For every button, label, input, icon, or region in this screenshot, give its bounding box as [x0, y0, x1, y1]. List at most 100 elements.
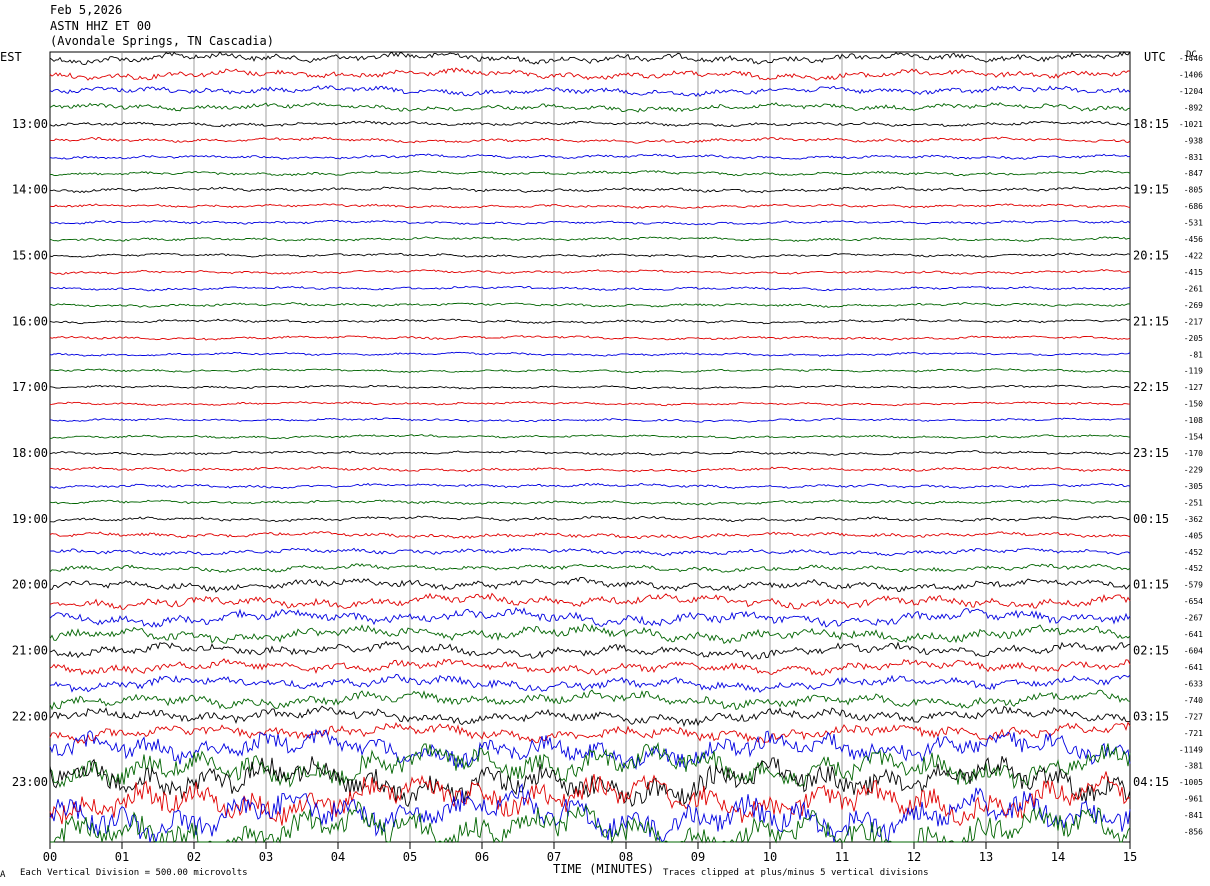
trace-line-33 — [49, 592, 1131, 610]
dc-offset-label: -961 — [1184, 795, 1203, 804]
dc-offset-label: -604 — [1184, 647, 1203, 656]
hour-label-right: 21:15 — [1133, 314, 1169, 328]
hour-label-right: 01:15 — [1133, 578, 1169, 592]
dc-offset-label: -261 — [1184, 284, 1203, 293]
dc-offset-label: -251 — [1184, 498, 1203, 507]
dc-offset-label: -456 — [1184, 235, 1203, 244]
dc-offset-label: -727 — [1184, 712, 1203, 721]
trace-line-8 — [49, 186, 1131, 194]
scale-note: Each Vertical Division = 500.00 microvol… — [20, 868, 248, 878]
hour-label-left: 21:00 — [12, 644, 48, 658]
trace-line-12 — [49, 252, 1131, 259]
trace-line-45 — [49, 771, 1131, 827]
hour-label-right: 20:15 — [1133, 249, 1169, 263]
trace-line-18 — [49, 351, 1131, 357]
dc-offset-label: -938 — [1184, 136, 1203, 145]
trace-line-13 — [49, 269, 1131, 275]
trace-line-5 — [49, 136, 1131, 144]
dc-offset-label: -1005 — [1179, 778, 1203, 787]
dc-offset-label: -841 — [1184, 811, 1203, 820]
hour-label-left: 23:00 — [12, 775, 48, 789]
hour-label-right: 18:15 — [1133, 117, 1169, 131]
x-tick-label: 13 — [979, 850, 993, 864]
dc-offset-label: -205 — [1184, 334, 1203, 343]
hour-label-right: 04:15 — [1133, 775, 1169, 789]
trace-line-40 — [49, 705, 1130, 728]
dc-offset-label: -1021 — [1179, 120, 1203, 129]
hour-label-left: 17:00 — [12, 380, 48, 394]
trace-line-9 — [49, 203, 1131, 209]
dc-offset-label: -686 — [1184, 202, 1203, 211]
dc-offset-label: -452 — [1184, 548, 1203, 557]
hour-label-right: 02:15 — [1133, 644, 1169, 658]
trace-line-30 — [49, 547, 1131, 557]
trace-line-19 — [49, 368, 1131, 374]
x-tick-label: 02 — [187, 850, 201, 864]
dc-offset-label: -362 — [1184, 515, 1203, 524]
trace-line-35 — [49, 623, 1131, 644]
dc-offset-label: -381 — [1184, 762, 1203, 771]
trace-line-25 — [49, 466, 1131, 473]
trace-line-37 — [49, 658, 1131, 676]
x-tick-label: 00 — [43, 850, 57, 864]
trace-line-24 — [49, 450, 1131, 456]
trace-line-1 — [49, 67, 1131, 81]
trace-line-34 — [49, 607, 1131, 628]
x-tick-label: 12 — [907, 850, 921, 864]
seismogram-plot: 00 01 02 03 04 05 06 07 08 09 10 11 12 13 14 15-1446-14… — [12, 50, 1204, 864]
hour-label-left: 20:00 — [12, 578, 48, 592]
trace-line-32 — [49, 576, 1131, 593]
dc-offset-label: -579 — [1184, 581, 1203, 590]
hour-label-right: 00:15 — [1133, 512, 1169, 526]
hour-label-right: 03:15 — [1133, 709, 1169, 723]
trace-line-21 — [49, 401, 1131, 407]
dc-offset-label: -1204 — [1179, 87, 1203, 96]
plot-frame — [49, 51, 1131, 843]
dc-offset-label: -81 — [1189, 350, 1204, 359]
dc-offset-label: -154 — [1184, 433, 1203, 442]
trace-line-29 — [49, 531, 1131, 540]
hour-label-left: 13:00 — [12, 117, 48, 131]
hour-label-left: 19:00 — [12, 512, 48, 526]
dc-offset-label: -856 — [1184, 828, 1203, 837]
dc-offset-label: -654 — [1184, 597, 1203, 606]
dc-offset-label: -415 — [1184, 268, 1203, 277]
trace-line-26 — [50, 482, 1131, 490]
trace-line-16 — [49, 318, 1131, 325]
trace-line-27 — [49, 499, 1131, 506]
corner-mark: A — [0, 870, 6, 880]
dc-offset-label: -452 — [1184, 564, 1203, 573]
trace-line-36 — [49, 640, 1131, 660]
hour-label-left: 18:00 — [12, 446, 48, 460]
dc-offset-label: -641 — [1184, 663, 1203, 672]
x-tick-label: 11 — [835, 850, 849, 864]
trace-line-11 — [49, 236, 1131, 242]
dc-offset-label: -1149 — [1179, 745, 1203, 754]
trace-line-6 — [49, 153, 1131, 160]
trace-line-2 — [49, 85, 1131, 97]
trace-line-22 — [49, 417, 1131, 423]
dc-offset-label: -892 — [1184, 103, 1203, 112]
x-tick-label: 03 — [259, 850, 273, 864]
trace-line-20 — [49, 384, 1131, 390]
trace-line-38 — [49, 673, 1131, 693]
dc-offset-label: -170 — [1184, 449, 1203, 458]
trace-line-23 — [49, 434, 1131, 439]
x-tick-label: 15 — [1123, 850, 1137, 864]
hour-label-right: 19:15 — [1133, 183, 1169, 197]
dc-offset-label: -1406 — [1179, 70, 1203, 79]
hour-label-right: 23:15 — [1133, 446, 1169, 460]
trace-line-31 — [49, 563, 1131, 573]
hour-label-left: 22:00 — [12, 709, 48, 723]
hour-label-left: 16:00 — [12, 314, 48, 328]
dc-offset-label: -119 — [1184, 367, 1203, 376]
dc-offset-label: -740 — [1184, 696, 1203, 705]
trace-line-7 — [49, 170, 1131, 177]
dc-offset-label: -217 — [1184, 317, 1203, 326]
trace-line-28 — [49, 515, 1131, 523]
x-tick-label: 04 — [331, 850, 345, 864]
hour-label-right: 22:15 — [1133, 380, 1169, 394]
trace-line-17 — [49, 334, 1131, 341]
dc-offset-label: -405 — [1184, 531, 1203, 540]
trace-line-0 — [49, 50, 1131, 65]
